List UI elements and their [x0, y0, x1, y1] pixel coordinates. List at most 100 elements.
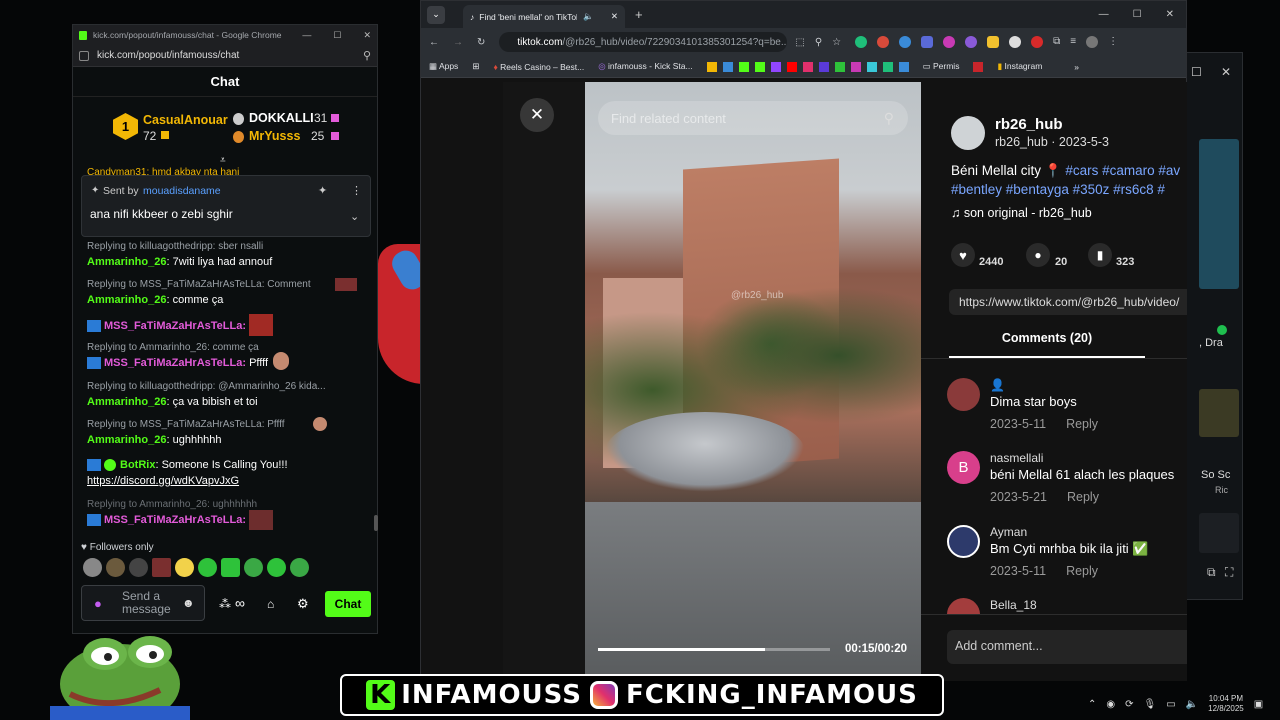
author-avatar[interactable]: [951, 116, 985, 150]
chat-username[interactable]: Ammarinho_26: [87, 294, 166, 306]
gamepad-icon[interactable]: ◉: [1106, 699, 1115, 710]
pinned-user[interactable]: mouadisdaname: [143, 185, 221, 197]
video-player[interactable]: @rb26_hub ✕ Find related content ⚲ ••• ︿…: [503, 82, 987, 706]
network-icon[interactable]: ▭: [1166, 699, 1175, 710]
heart-icon[interactable]: ♥: [951, 243, 975, 267]
bookmark-apps[interactable]: ▦ Apps: [429, 61, 458, 72]
bookmark-favicon-icon[interactable]: [866, 61, 877, 72]
bookmark-favicon-icon[interactable]: [850, 61, 861, 72]
volume-icon[interactable]: 🔈: [1186, 699, 1198, 710]
extension-icon[interactable]: [987, 36, 1000, 48]
close-icon[interactable]: ✕: [363, 30, 371, 41]
back-icon[interactable]: ←: [429, 37, 439, 48]
maximize-icon[interactable]: ☐: [1191, 65, 1202, 79]
more-bookmarks-icon[interactable]: »: [1074, 62, 1079, 72]
comment-avatar[interactable]: B: [947, 451, 980, 484]
pinned-message[interactable]: ✦ Sent by mouadisdaname ✦ ⋮ ana nifi kkb…: [81, 175, 371, 237]
users-icon[interactable]: ⁂: [219, 597, 231, 611]
fullscreen-icon[interactable]: ⛶: [1225, 565, 1233, 580]
comment-author[interactable]: Ayman: [990, 525, 1027, 539]
emote-icon[interactable]: [198, 558, 217, 577]
zoom-icon[interactable]: ⚲: [363, 49, 371, 62]
maximize-icon[interactable]: ☐: [333, 30, 341, 41]
close-icon[interactable]: ✕: [1166, 9, 1174, 20]
reply-button[interactable]: Reply: [1066, 564, 1098, 578]
emoji-icon[interactable]: ☻: [182, 596, 195, 610]
bookmark-favicon-icon[interactable]: [882, 61, 893, 72]
chat-username[interactable]: Ammarinho_26: [87, 396, 166, 408]
video-link[interactable]: https://www.tiktok.com/@rb26_hub/video/: [949, 289, 1187, 315]
bookmark-reels[interactable]: ♦ Reels Casino – Best...: [493, 62, 584, 72]
sound-link[interactable]: ♫ son original - rb26_hub: [951, 206, 1092, 220]
leader-name[interactable]: MrYusss: [249, 129, 300, 143]
bookmark-icon[interactable]: ▮: [1088, 243, 1112, 267]
reply-context[interactable]: Replying to Ammarinho_26: ughhhhhh: [87, 498, 369, 512]
comment-avatar[interactable]: [947, 525, 980, 558]
chevron-up-icon[interactable]: ⌃: [1088, 699, 1096, 710]
reload-icon[interactable]: ↻: [477, 37, 485, 48]
puzzle-icon[interactable]: ⧉: [1053, 36, 1060, 48]
tab-search-icon[interactable]: ⌄: [427, 5, 445, 24]
bookmark-favicon-icon[interactable]: [818, 61, 829, 72]
chat-username[interactable]: Ammarinho_26: [87, 256, 166, 268]
tab-comments[interactable]: Comments (20): [949, 331, 1145, 345]
forward-icon[interactable]: →: [453, 37, 463, 48]
collapse-icon[interactable]: ⩡: [220, 155, 226, 166]
new-tab-icon[interactable]: +: [635, 7, 643, 22]
reply-context[interactable]: Replying to killuagotthedripp: sber nsal…: [87, 240, 369, 254]
search-icon[interactable]: ⚲: [884, 110, 894, 127]
bookmark-star-icon[interactable]: ☆: [832, 37, 841, 48]
emote-icon[interactable]: [244, 558, 263, 577]
microphone-icon[interactable]: ●: [94, 596, 102, 611]
leader-name[interactable]: DOKKALLI: [249, 111, 314, 125]
unpin-icon[interactable]: ✦: [318, 184, 327, 197]
reply-context[interactable]: Replying to killuagotthedripp: @Ammarinh…: [87, 380, 369, 394]
extension-icon[interactable]: [1031, 36, 1044, 48]
reply-context[interactable]: Replying to MSS_FaTiMaZaHrAsTeLLa: Comme…: [87, 278, 369, 292]
comment-author[interactable]: Bella_18: [990, 598, 1037, 612]
emote-icon[interactable]: [290, 558, 309, 577]
infinity-icon[interactable]: ∞: [235, 595, 245, 611]
gear-icon[interactable]: ⚙: [297, 596, 309, 612]
notification-icon[interactable]: ▣: [1254, 699, 1263, 710]
bookmark-kick[interactable]: ◎ infamouss - Kick Sta...: [598, 61, 692, 72]
avatar[interactable]: [1086, 36, 1099, 48]
address-bar[interactable]: kick.com/popout/infamouss/chat ⚲: [73, 45, 377, 67]
chat-username[interactable]: MSS_FaTiMaZaHrAsTeLLa:: [104, 320, 246, 332]
emote-icon[interactable]: [152, 558, 171, 577]
miniplayer-icon[interactable]: ⧉: [1207, 565, 1216, 580]
close-icon[interactable]: ✕: [1221, 65, 1231, 79]
author-name[interactable]: rb26_hub: [995, 116, 1063, 133]
extension-icon[interactable]: [855, 36, 868, 48]
bookmark-favicon-icon[interactable]: [802, 61, 813, 72]
caption-hashtags[interactable]: #bentley #bentayga #350z #rs6c8 #: [951, 182, 1165, 197]
chat-username[interactable]: BotRix: [120, 459, 155, 471]
extension-icon[interactable]: [1009, 36, 1022, 48]
maximize-icon[interactable]: ☐: [1133, 9, 1142, 20]
extension-icon[interactable]: [877, 36, 890, 48]
address-bar[interactable]: tiktok.com/@rb26_hub/video/7229034101385…: [499, 32, 788, 52]
thumbnail[interactable]: [1199, 389, 1239, 437]
bookmark-instagram[interactable]: ▮ Instagram: [997, 61, 1042, 72]
bookmark-permis[interactable]: ▭ Permis: [923, 61, 960, 72]
minimize-icon[interactable]: —: [1099, 9, 1109, 20]
close-icon[interactable]: ✕: [520, 98, 554, 132]
thumbnail[interactable]: [1199, 139, 1239, 289]
bookmark-favicon-icon[interactable]: [786, 61, 797, 72]
emote-icon[interactable]: [175, 558, 194, 577]
emote-icon[interactable]: [106, 558, 125, 577]
clock[interactable]: 10:04 PM 12/8/2025: [1208, 694, 1244, 714]
media-icon[interactable]: ≡: [1070, 36, 1076, 48]
reply-button[interactable]: Reply: [1067, 490, 1099, 504]
add-comment-input[interactable]: Add comment...: [947, 630, 1187, 664]
grid-icon[interactable]: ⊞: [472, 61, 479, 72]
sync-icon[interactable]: ⟳: [1125, 699, 1133, 710]
screenshot-icon[interactable]: ⬚: [795, 37, 804, 48]
chat-send-button[interactable]: Chat: [325, 591, 371, 617]
caption-hashtags[interactable]: #cars #camaro #av: [1065, 163, 1180, 178]
chat-username[interactable]: MSS_FaTiMaZaHrAsTeLLa:: [104, 357, 246, 369]
zoom-icon[interactable]: ⚲: [815, 37, 822, 48]
video-progress-bar[interactable]: [598, 648, 830, 651]
emote-icon[interactable]: [267, 558, 286, 577]
bookmark-favicon-icon[interactable]: [738, 61, 749, 72]
